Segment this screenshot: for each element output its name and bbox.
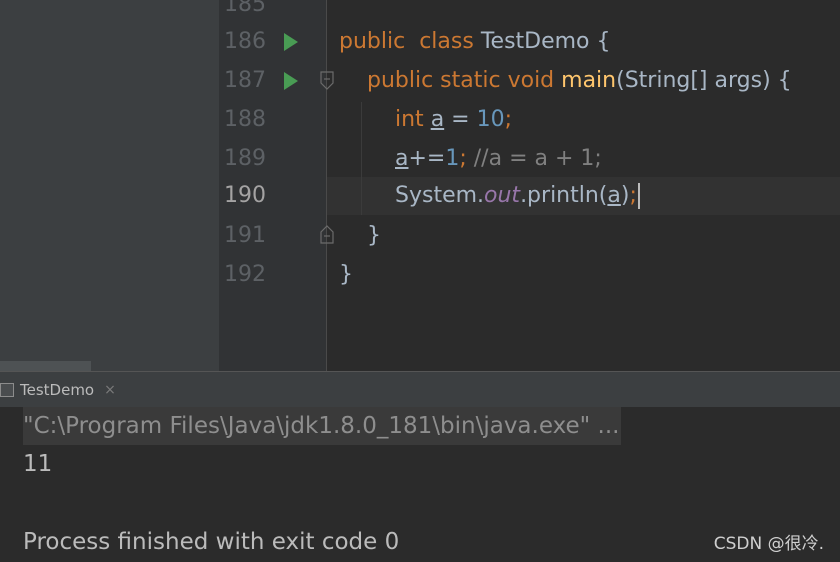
variable: a — [395, 146, 409, 171]
line-number: 187 — [224, 68, 266, 93]
keyword: public static void — [367, 68, 555, 93]
comment: //a = a + 1; — [466, 146, 602, 171]
line-number: 186 — [224, 29, 266, 54]
horizontal-scrollbar[interactable] — [0, 361, 91, 371]
semicolon: ; — [459, 146, 467, 171]
run-class-icon[interactable] — [284, 33, 298, 51]
text-caret — [637, 183, 640, 209]
method-params: (String[] args) { — [616, 68, 792, 93]
class-ref: System. — [395, 183, 485, 208]
run-tool-header: TestDemo × — [0, 371, 840, 408]
code-line-192[interactable]: } — [339, 256, 353, 294]
console-tab-icon — [0, 382, 14, 397]
line-number: 192 — [224, 262, 266, 287]
class-name: TestDemo — [480, 29, 590, 54]
keyword: class — [419, 29, 474, 54]
keyword: public — [339, 29, 406, 54]
static-field: out — [484, 183, 521, 208]
run-tab-label: TestDemo — [20, 380, 95, 399]
watermark: CSDN @很冷. — [713, 534, 824, 554]
fold-marker-icon[interactable] — [320, 71, 334, 91]
method-call: .println( — [520, 183, 608, 208]
semicolon: ; — [629, 183, 637, 208]
run-main-icon[interactable] — [284, 72, 298, 90]
line-number: 189 — [224, 146, 266, 171]
indent-guide — [361, 102, 362, 215]
line-number-current: 190 — [224, 183, 266, 208]
code-line-186[interactable]: public class TestDemo { — [339, 23, 611, 61]
console-exit-message: Process finished with exit code 0 — [23, 529, 400, 555]
code-line-190[interactable]: System.out.println(a); — [395, 177, 640, 215]
code-line-187[interactable]: public static void main(String[] args) { — [367, 62, 792, 100]
code-line-191[interactable]: } — [367, 217, 381, 255]
type-keyword: int — [395, 107, 424, 132]
operator: = — [444, 107, 477, 132]
console-output: 11 — [23, 451, 53, 477]
fold-end-marker-icon[interactable] — [320, 224, 334, 244]
line-number: 191 — [224, 223, 266, 248]
run-tab[interactable]: TestDemo × — [0, 372, 126, 407]
project-panel — [0, 0, 219, 371]
brace: { — [596, 29, 611, 54]
method-name: main — [561, 68, 617, 93]
line-number: 185 — [224, 0, 266, 17]
console-command-line[interactable]: "C:\Program Files\Java\jdk1.8.0_181\bin\… — [23, 407, 622, 445]
close-icon[interactable]: × — [104, 382, 116, 398]
number-literal: 10 — [476, 107, 505, 132]
brace: } — [339, 262, 353, 287]
code-line-188[interactable]: int a = 10; — [395, 101, 512, 139]
brace: } — [367, 223, 381, 248]
line-number: 188 — [224, 107, 266, 132]
semicolon: ; — [504, 107, 513, 132]
variable: a — [430, 107, 445, 132]
variable: a — [607, 183, 621, 208]
number-literal: 1 — [445, 146, 460, 171]
operator: += — [408, 146, 446, 171]
code-line-189[interactable]: a+=1; //a = a + 1; — [395, 140, 602, 178]
